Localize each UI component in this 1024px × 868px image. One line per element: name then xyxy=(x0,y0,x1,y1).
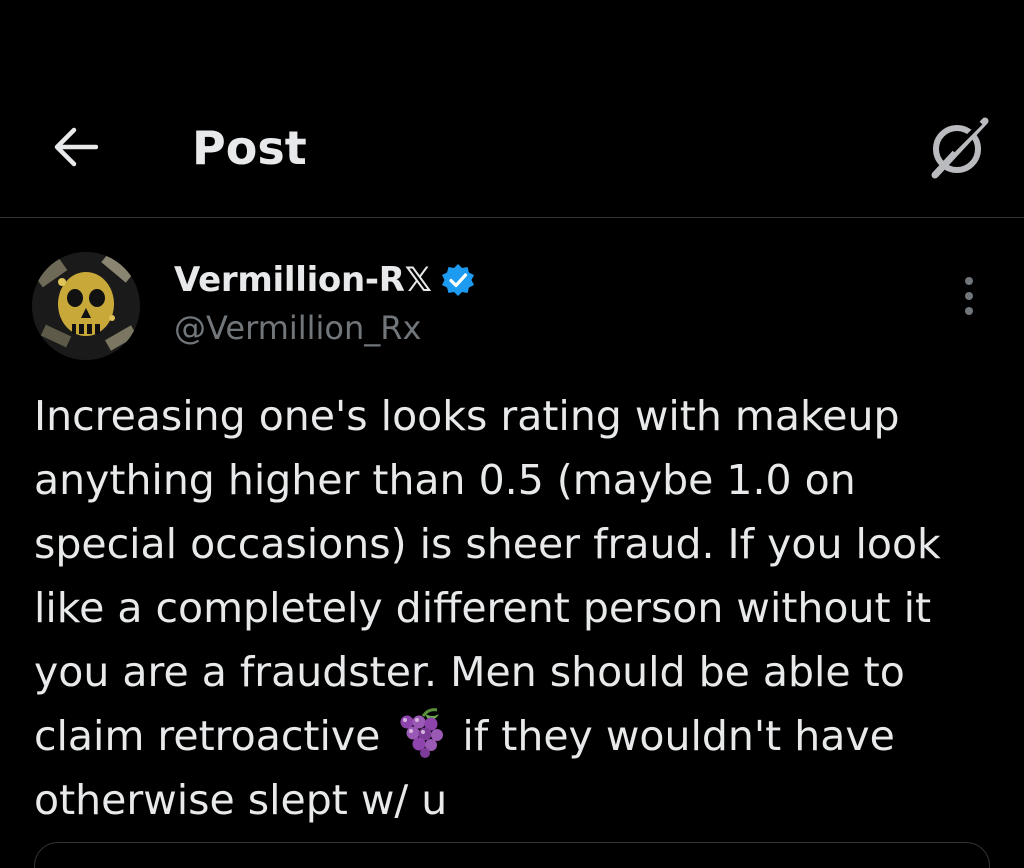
post-text: Increasing one's looks rating with makeu… xyxy=(34,384,994,832)
skull-avatar-image xyxy=(32,252,140,360)
grok-button[interactable] xyxy=(922,112,994,184)
quoted-post-card[interactable] xyxy=(34,842,990,868)
arrow-left-icon xyxy=(54,127,98,167)
author-display-name[interactable]: Vermillion-R𝕏 xyxy=(174,260,432,300)
page-title: Post xyxy=(192,121,307,175)
author-name-row[interactable]: Vermillion-R𝕏 xyxy=(174,254,476,306)
author-handle[interactable]: @Vermillion_Rx xyxy=(174,306,421,350)
grapes-emoji-icon xyxy=(400,708,444,758)
post-text-part-1: Increasing one's looks rating with makeu… xyxy=(34,392,941,760)
back-button[interactable] xyxy=(46,118,104,176)
top-bar: Post xyxy=(0,0,1024,218)
grok-icon xyxy=(931,117,989,179)
more-vertical-icon xyxy=(965,277,973,315)
verified-badge-icon xyxy=(441,264,474,296)
avatar[interactable] xyxy=(32,252,140,360)
more-options-button[interactable] xyxy=(946,268,992,324)
